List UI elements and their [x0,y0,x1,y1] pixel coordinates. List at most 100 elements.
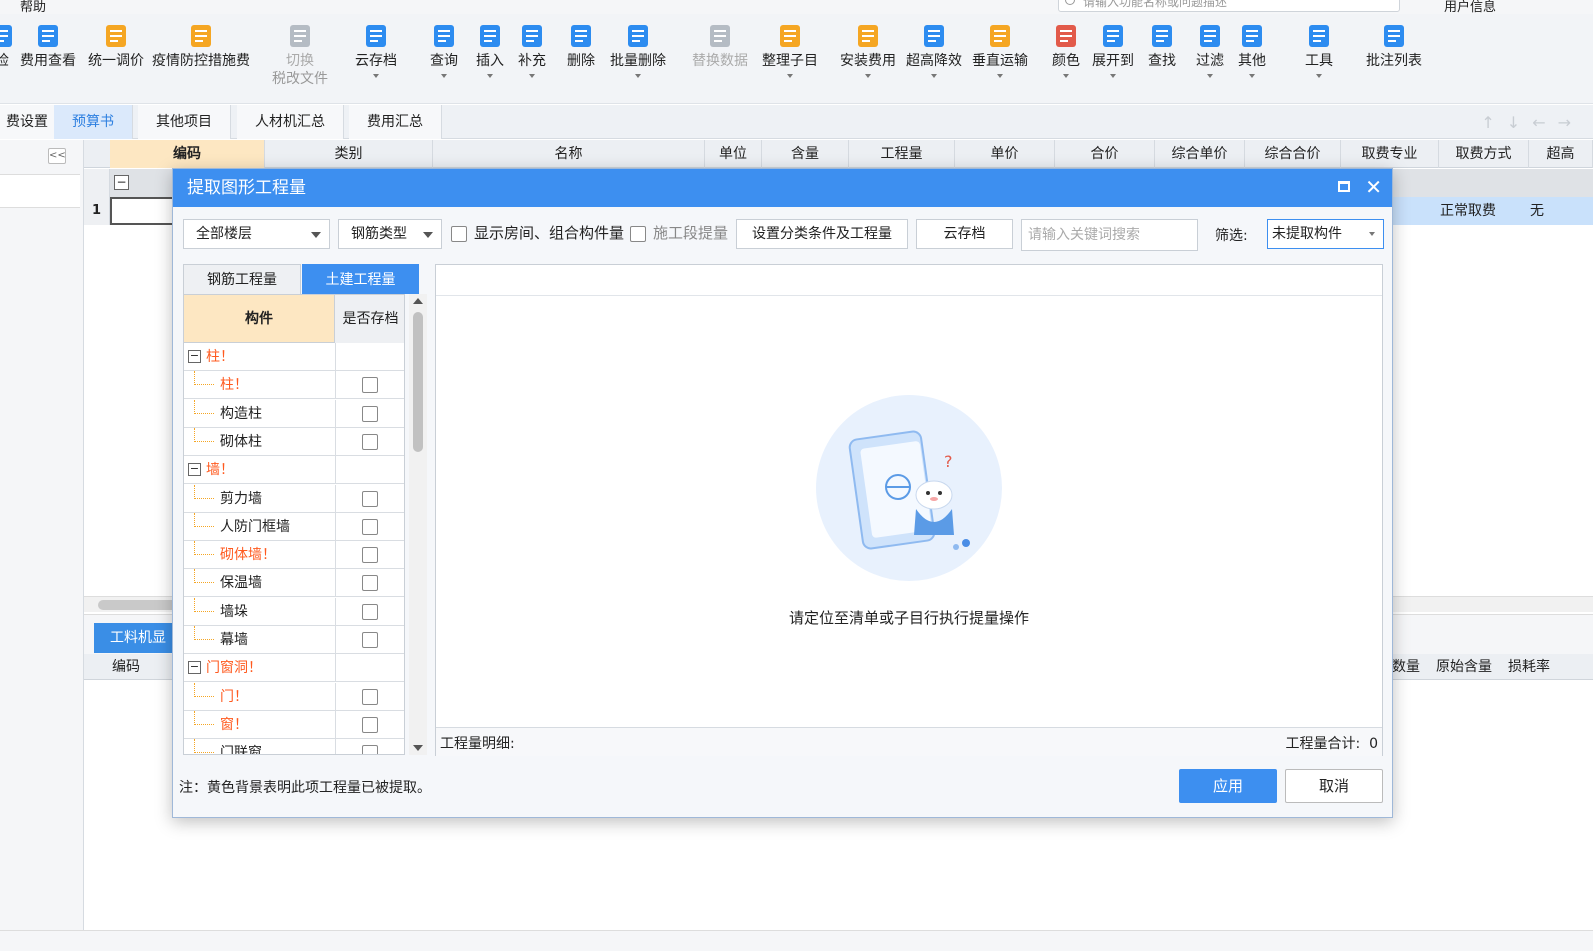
collapse-node-icon[interactable]: − [188,350,201,363]
col-content[interactable]: 含量 [762,140,849,168]
show-rooms-checkbox[interactable] [451,226,467,242]
tree-group-row[interactable]: − 门窗洞！ [184,654,404,683]
tree-group-row[interactable]: − 墙！ [184,456,404,485]
toolbar-annotation-list-button[interactable]: 批注列表 [1366,22,1422,70]
cloud-archive-button[interactable]: 云存档 [916,219,1013,249]
tree-item-row[interactable]: 构造柱 [184,399,404,428]
tree-group-row[interactable]: − 柱！ [184,343,404,371]
toolbar-price-adjust-button[interactable]: 统一调价 [88,22,144,70]
archive-checkbox[interactable] [362,688,378,705]
tab-civil-quantity[interactable]: 土建工程量 [302,264,419,294]
tree-vertical-scrollbar[interactable] [409,294,427,755]
help-menu[interactable]: 帮助 [20,0,46,15]
toolbar-cloud-archive-button[interactable]: 云存档 [355,22,397,78]
tree-item-row[interactable]: 柱！ [184,371,404,400]
toolbar-expand-to-button[interactable]: 展开到 [1092,22,1134,78]
tab-labor-material-summary[interactable]: 人材机汇总 [237,105,344,139]
col-overheight[interactable]: 超高 [1529,140,1593,168]
col-name[interactable]: 名称 [433,140,705,168]
collapse-group-icon[interactable]: − [114,175,129,190]
col-total-price[interactable]: 合价 [1055,140,1155,168]
row-move-arrows[interactable]: ↑↓←→ [1481,113,1583,132]
col-composite-unit-price[interactable]: 综合单价 [1155,140,1245,168]
lower-col-code[interactable]: 编码 [112,654,140,680]
archive-checkbox[interactable] [362,632,378,648]
toolbar-find-button[interactable]: 查找 [1148,22,1176,70]
function-search-input[interactable]: 请输入功能名称或问题描述 [1058,0,1400,12]
tab-other-items[interactable]: 其他项目 [138,105,231,139]
archive-checkbox[interactable] [362,547,378,564]
archive-checkbox[interactable] [362,575,378,592]
left-panel-row[interactable] [0,174,80,208]
keyword-search-input[interactable]: 请输入关键词搜索 [1021,219,1198,251]
apply-button[interactable]: 应用 [1179,769,1277,803]
scrollbar-thumb[interactable] [413,312,423,452]
tree-item-row[interactable]: 保温墙 [184,569,404,598]
tree-item-row[interactable]: 砌体墙！ [184,541,404,570]
toolbar-color-button[interactable]: 颜色 [1052,22,1080,78]
toolbar-filter-button[interactable]: 过滤 [1196,22,1224,78]
tree-item-row[interactable]: 幕墙 [184,626,404,654]
toolbar-check-button[interactable]: 检 [0,22,16,70]
construction-stage-checkbox[interactable] [630,226,646,242]
tab-fee-summary[interactable]: 费用汇总 [349,105,442,139]
archive-checkbox[interactable] [362,377,378,394]
toolbar-switch-tax-button[interactable]: 切换 税改文件 [272,22,328,88]
toolbar-tools-button[interactable]: 工具 [1305,22,1333,78]
maximize-icon[interactable] [1338,181,1350,192]
toolbar-other-button[interactable]: 其他 [1238,22,1266,78]
collapse-panel-button[interactable]: << [48,148,66,164]
toolbar-replace-data-button[interactable]: 替换数据 [692,22,748,70]
collapse-node-icon[interactable]: − [188,661,201,675]
user-info-menu[interactable]: 用户信息 [1444,0,1496,15]
lower-col-orig[interactable]: 原始含量 [1436,654,1492,680]
col-unit[interactable]: 单位 [705,140,762,168]
col-quantity[interactable]: 工程量 [849,140,955,168]
tab-budget-book[interactable]: 预算书 [54,105,133,139]
col-category[interactable]: 类别 [265,140,433,168]
toolbar-fee-view-button[interactable]: 费用查看 [20,22,76,70]
archive-checkbox[interactable] [362,745,378,754]
col-fee-specialty[interactable]: 取费专业 [1341,140,1439,168]
toolbar-organize-items-button[interactable]: 整理子目 [762,22,818,78]
toolbar-epidemic-fee-button[interactable]: 疫情防控措施费 [152,22,250,70]
col-fee-method[interactable]: 取费方式 [1439,140,1529,168]
tab-rebar-quantity[interactable]: 钢筋工程量 [183,264,301,294]
toolbar-query-button[interactable]: 查询 [430,22,458,78]
close-icon[interactable]: ✕ [1365,173,1382,201]
scroll-down-icon[interactable] [413,745,423,751]
tree-item-row[interactable]: 剪力墙 [184,484,404,513]
selected-cell[interactable] [110,197,176,225]
scroll-up-icon[interactable] [413,298,423,304]
lower-col-qty[interactable]: 数量 [1392,654,1420,680]
rebar-type-select[interactable]: 钢筋类型 [338,219,442,249]
tree-item-row[interactable]: 墙垛 [184,597,404,626]
col-code[interactable]: 编码 [110,140,265,168]
collapse-node-icon[interactable]: − [188,463,201,477]
filter-select[interactable]: 未提取构件 [1267,219,1384,249]
toolbar-batch-delete-button[interactable]: 批量删除 [610,22,666,78]
toolbar-vertical-transport-button[interactable]: 垂直运输 [972,22,1028,78]
scrollbar-thumb[interactable] [98,600,178,610]
tree-item-row[interactable]: 人防门框墙 [184,512,404,541]
archive-checkbox[interactable] [362,518,378,535]
toolbar-insert-button[interactable]: 插入 [476,22,504,78]
toolbar-supplement-button[interactable]: 补充 [518,22,546,78]
toolbar-install-fee-button[interactable]: 安装费用 [840,22,896,78]
toolbar-overheight-button[interactable]: 超高降效 [906,22,962,78]
tree-item-row[interactable]: 门联窗 [184,739,404,754]
set-conditions-button[interactable]: 设置分类条件及工程量 [736,219,908,249]
col-composite-total[interactable]: 综合合价 [1245,140,1341,168]
tree-item-row[interactable]: 门！ [184,682,404,711]
floor-select[interactable]: 全部楼层 [183,219,330,249]
archive-checkbox[interactable] [362,716,378,733]
tab-labor-material-display[interactable]: 工料机显 [94,623,182,653]
lower-col-loss[interactable]: 损耗率 [1508,654,1550,680]
archive-checkbox[interactable] [362,603,378,620]
col-unit-price[interactable]: 单价 [955,140,1055,168]
archive-checkbox[interactable] [362,433,378,450]
archive-checkbox[interactable] [362,490,378,507]
tree-item-row[interactable]: 窗！ [184,710,404,739]
cancel-button[interactable]: 取消 [1285,769,1383,803]
toolbar-delete-button[interactable]: 删除 [567,22,595,70]
